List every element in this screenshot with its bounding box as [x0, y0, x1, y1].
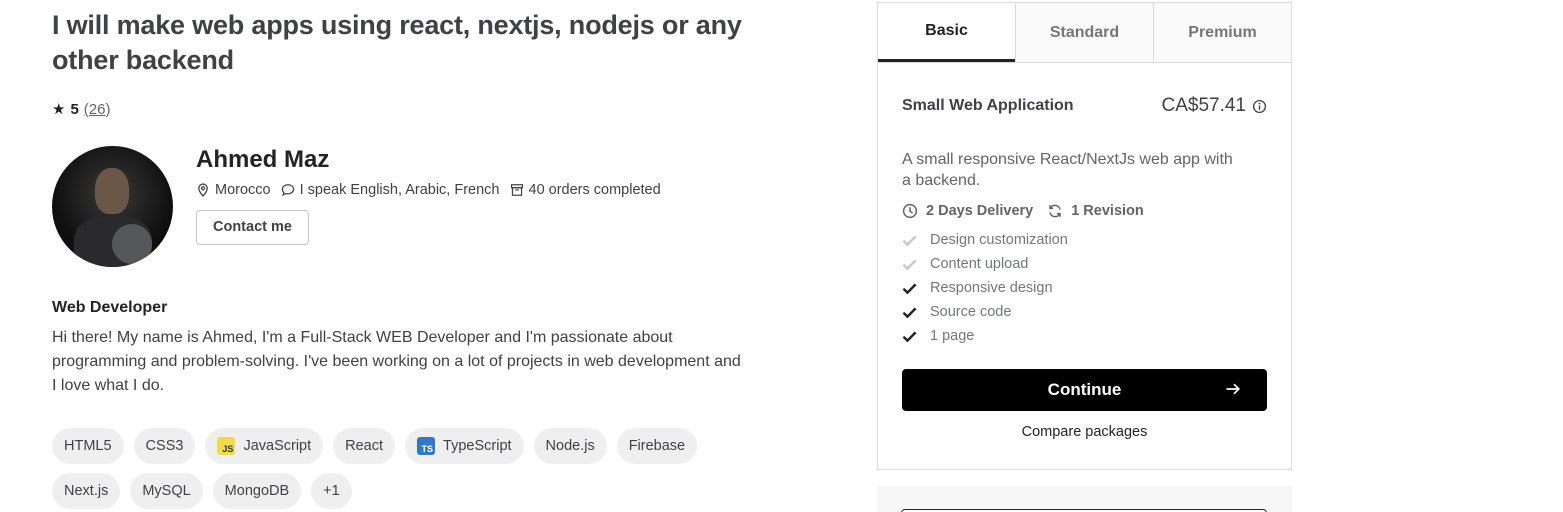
check-icon: [902, 307, 917, 318]
skill-label: CSS3: [145, 438, 184, 454]
gig-overview: I will make web apps using react, nextjs…: [52, 0, 772, 509]
skill-chip[interactable]: MongoDB: [212, 473, 302, 509]
seller-location: Morocco: [196, 182, 271, 198]
compare-packages-link[interactable]: Compare packages: [902, 424, 1267, 440]
delivery-time: 2 Days Delivery: [902, 203, 1033, 219]
secondary-panel: [877, 486, 1292, 512]
skill-label: Node.js: [545, 438, 595, 454]
feature-label: Design customization: [930, 232, 1068, 248]
chat-bubble-icon: [281, 184, 294, 197]
tab-basic[interactable]: Basic: [878, 3, 1015, 62]
seller-headline: Web Developer: [52, 299, 168, 316]
clock-icon: [902, 203, 918, 219]
skill-label: JavaScript: [243, 438, 312, 454]
box-icon: [510, 184, 523, 196]
gig-rating[interactable]: ★ 5 (26): [52, 100, 772, 119]
star-icon: ★: [52, 101, 66, 118]
orders-text: 40 orders completed: [528, 182, 661, 198]
skill-chip[interactable]: +1: [311, 473, 352, 509]
package-details: Small Web Application CA$57.41 A small r…: [878, 95, 1291, 440]
skill-label: Next.js: [64, 483, 109, 499]
review-count-link[interactable]: (26): [84, 101, 111, 118]
skill-chip[interactable]: React: [333, 428, 396, 464]
check-icon: [902, 259, 917, 270]
check-icon: [902, 331, 917, 342]
skill-label: Firebase: [628, 438, 686, 454]
skill-chip[interactable]: Node.js: [533, 428, 607, 464]
seller-card: Ahmed Maz Morocco I speak English, Arabi…: [52, 146, 772, 267]
feature-item: Design customization: [902, 228, 1267, 252]
skill-chip[interactable]: CSS3: [133, 428, 196, 464]
seller-meta: Morocco I speak English, Arabic, French …: [196, 182, 661, 198]
feature-item: Responsive design: [902, 276, 1267, 300]
seller-languages: I speak English, Arabic, French: [281, 182, 500, 198]
skill-chip[interactable]: TS TypeScript: [405, 428, 524, 464]
feature-list: Design customization Content upload Respon…: [902, 228, 1267, 348]
skill-label: React: [345, 438, 384, 454]
location-text: Morocco: [215, 182, 271, 198]
skill-label: +1: [323, 483, 340, 499]
skill-label: MySQL: [142, 483, 191, 499]
refresh-icon: [1049, 204, 1061, 218]
package-tabs: Basic Standard Premium: [878, 3, 1291, 63]
seller-info: Ahmed Maz Morocco I speak English, Arabi…: [196, 146, 661, 267]
skill-chip[interactable]: Next.js: [52, 473, 121, 509]
feature-item: Content upload: [902, 252, 1267, 276]
check-icon: [902, 235, 917, 246]
js-logo-icon: JS: [217, 437, 236, 455]
skill-label: TypeScript: [443, 438, 512, 454]
revisions-text: 1 Revision: [1071, 203, 1144, 219]
check-icon: [902, 283, 917, 294]
tab-standard[interactable]: Standard: [1015, 3, 1153, 62]
skill-chip[interactable]: Firebase: [616, 428, 698, 464]
languages-text: I speak English, Arabic, French: [299, 182, 500, 198]
feature-label: Source code: [930, 304, 1012, 320]
continue-label: Continue: [1047, 380, 1122, 399]
skill-chip[interactable]: JS JavaScript: [205, 428, 324, 464]
seller-orders: 40 orders completed: [510, 182, 661, 198]
price-value: CA$57.41: [1161, 95, 1246, 116]
gig-title: I will make web apps using react, nextjs…: [52, 10, 742, 75]
feature-item: Source code: [902, 300, 1267, 324]
tab-premium[interactable]: Premium: [1153, 3, 1291, 62]
skills-list: HTML5 CSS3 JS JavaScript React TS TypeScript No…: [52, 428, 752, 509]
feature-item: 1 page: [902, 324, 1267, 348]
seller-name[interactable]: Ahmed Maz: [196, 146, 661, 174]
seller-bio: Hi there! My name is Ahmed, I'm a Full-S…: [52, 329, 741, 394]
continue-button[interactable]: Continue: [902, 369, 1267, 411]
skill-label: MongoDB: [224, 483, 290, 499]
package-header: Small Web Application CA$57.41: [902, 95, 1267, 117]
delivery-text: 2 Days Delivery: [926, 203, 1034, 219]
package-description: A small responsive React/NextJs web app …: [902, 151, 1233, 189]
feature-label: Content upload: [930, 256, 1029, 272]
ts-logo-icon: TS: [417, 437, 436, 455]
package-name: Small Web Application: [902, 97, 1074, 114]
contact-me-button[interactable]: Contact me: [196, 210, 309, 245]
skill-chip[interactable]: MySQL: [130, 473, 203, 509]
feature-label: Responsive design: [930, 280, 1053, 296]
rating-score: 5: [70, 100, 79, 118]
skill-label: HTML5: [64, 438, 112, 454]
info-icon[interactable]: [1252, 99, 1267, 114]
arrow-right-icon: [1226, 383, 1241, 395]
packages-panel: Basic Standard Premium Small Web Applicati…: [877, 2, 1292, 470]
skill-chip[interactable]: HTML5: [52, 428, 124, 464]
seller-avatar[interactable]: [52, 146, 173, 267]
package-stats: 2 Days Delivery 1 Revision: [902, 203, 1267, 219]
revisions: 1 Revision: [1047, 203, 1144, 219]
feature-label: 1 page: [930, 328, 975, 344]
package-price: CA$57.41: [1161, 95, 1267, 117]
location-pin-icon: [198, 183, 208, 197]
